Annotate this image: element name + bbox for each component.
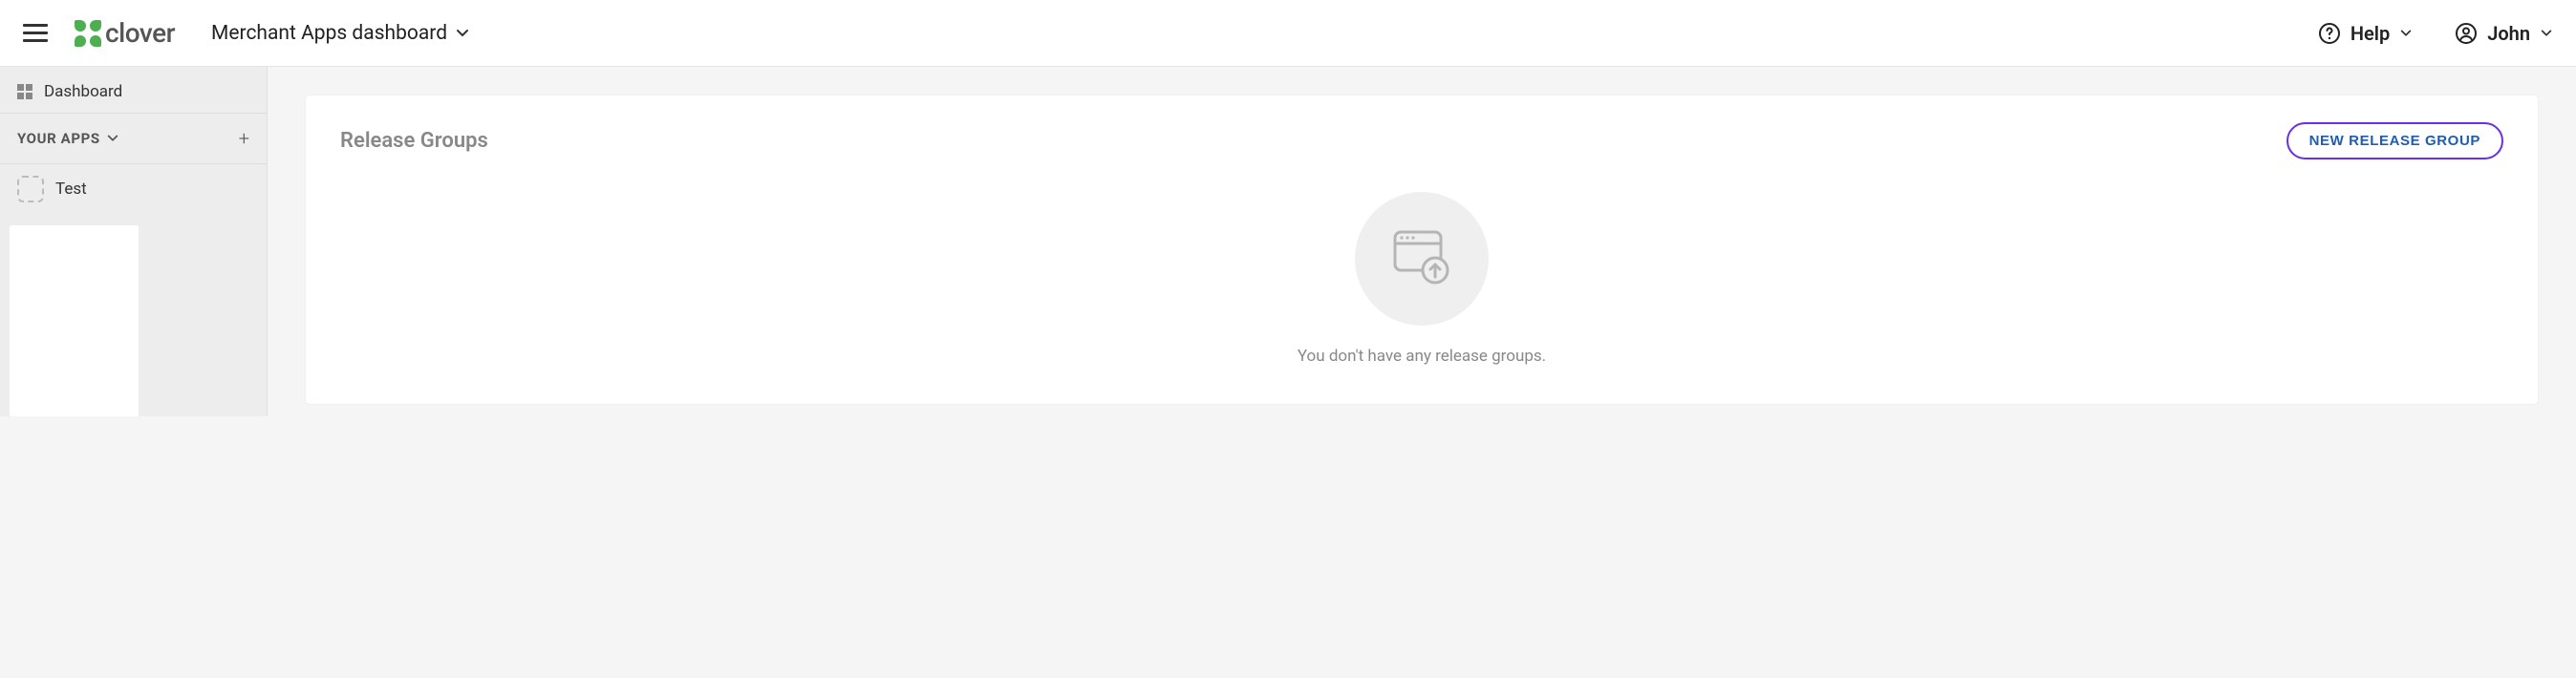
sidebar-app-item[interactable]: Test (0, 164, 267, 214)
sidebar: Dashboard YOUR APPS + Test (0, 67, 268, 416)
chevron-down-icon (455, 26, 470, 41)
dashboard-icon (17, 84, 32, 99)
help-label: Help (2351, 22, 2390, 45)
app-header: clover Merchant Apps dashboard Help John (0, 0, 2576, 67)
upload-window-icon (1355, 192, 1489, 326)
breadcrumb-dropdown[interactable]: Merchant Apps dashboard (211, 22, 470, 45)
empty-state-message: You don't have any release groups. (1298, 347, 1546, 366)
brand-logo[interactable]: clover (75, 17, 175, 49)
help-icon (2318, 22, 2341, 45)
empty-state: You don't have any release groups. (340, 182, 2503, 366)
user-menu[interactable]: John (2455, 22, 2553, 45)
chevron-down-icon (2540, 27, 2553, 40)
release-groups-card: Release Groups NEW RELEASE GROUP You d (306, 95, 2538, 404)
new-release-group-button[interactable]: NEW RELEASE GROUP (2286, 122, 2503, 159)
sidebar-app-name: Test (55, 180, 87, 199)
brand-name: clover (105, 17, 175, 49)
chevron-down-icon (106, 132, 119, 145)
menu-icon[interactable] (23, 21, 48, 46)
user-icon (2455, 22, 2478, 45)
app-placeholder-icon (17, 176, 44, 202)
user-name: John (2487, 22, 2530, 45)
card-title: Release Groups (340, 129, 488, 153)
chevron-down-icon (2399, 27, 2413, 40)
add-app-button[interactable]: + (239, 127, 249, 150)
sidebar-section-title: YOUR APPS (17, 130, 100, 147)
sidebar-blank-card (10, 225, 139, 416)
breadcrumb-label: Merchant Apps dashboard (211, 22, 447, 45)
clover-icon (75, 20, 101, 47)
sidebar-section-your-apps[interactable]: YOUR APPS + (0, 113, 267, 164)
sidebar-item-dashboard[interactable]: Dashboard (0, 71, 267, 113)
help-menu[interactable]: Help (2318, 22, 2413, 45)
sidebar-dashboard-label: Dashboard (44, 82, 122, 101)
main-content: Release Groups NEW RELEASE GROUP You d (268, 67, 2576, 416)
